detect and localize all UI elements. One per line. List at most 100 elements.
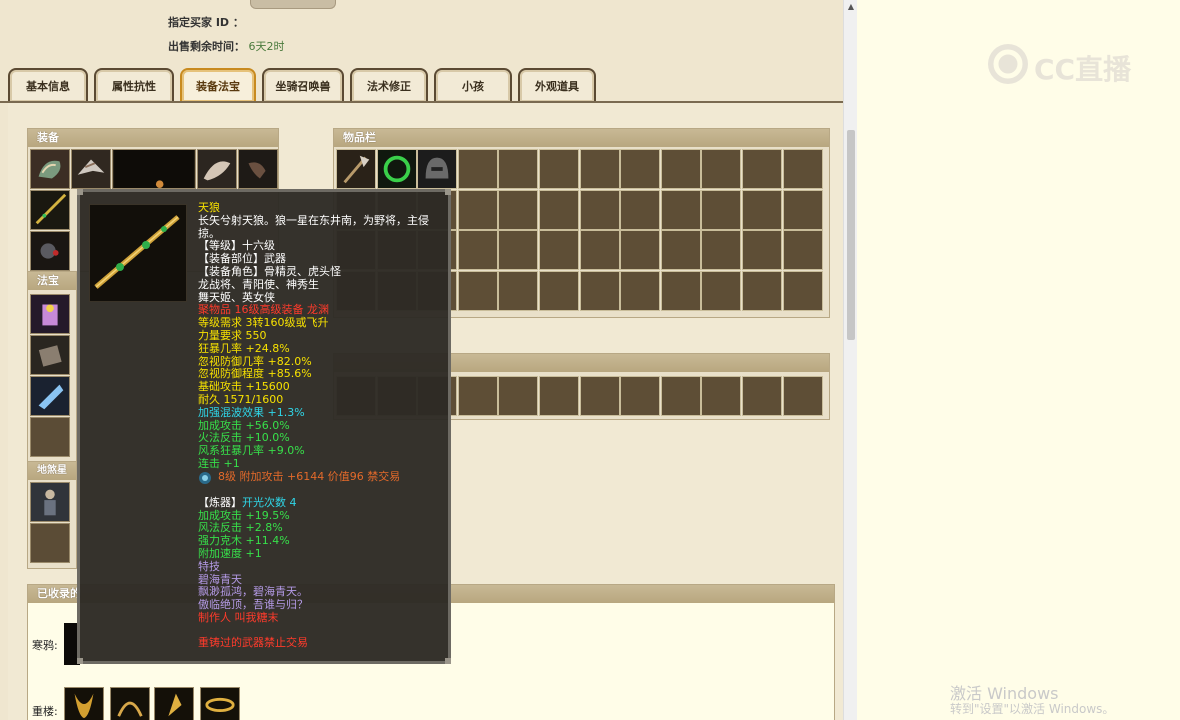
inventory-cell[interactable] — [539, 376, 579, 416]
tab-attributes[interactable]: 属性抗性 — [94, 68, 174, 102]
inventory-cell[interactable] — [539, 230, 579, 271]
item-stat: 连击 +1 — [198, 456, 240, 470]
inventory-cell[interactable] — [701, 149, 742, 189]
dishaxing-slot-1[interactable] — [30, 482, 70, 522]
inventory-cell[interactable] — [701, 376, 742, 416]
maker-line: 制作人 叫我糖末 — [198, 610, 279, 624]
equip-slot-shoes[interactable] — [238, 149, 278, 189]
vertical-scrollbar[interactable]: ▲ — [843, 0, 858, 720]
golden-spear-icon — [90, 205, 186, 301]
inventory-cell[interactable] — [498, 270, 539, 311]
collection-slot-4[interactable] — [154, 687, 194, 720]
inventory-cell[interactable] — [620, 230, 661, 271]
inventory-cell[interactable] — [498, 230, 539, 271]
time-left-value: 6天2时 — [248, 40, 285, 53]
green-ring-icon — [377, 150, 416, 188]
inventory-cell[interactable] — [742, 189, 782, 230]
item-tooltip: 天狼 长矢兮射天狼。狼一星在东井南，为野将，主侵 掠。 【等级】十六级 【装备部… — [77, 189, 451, 664]
equip-slot-belt[interactable] — [197, 149, 237, 189]
fabao-slot-2[interactable] — [30, 335, 70, 375]
tooltip-corner — [77, 189, 83, 195]
collection-slot-2[interactable] — [64, 687, 104, 720]
inventory-cell[interactable] — [376, 149, 417, 189]
cc-brand-text: CC直播 — [1034, 53, 1132, 86]
inventory-cell[interactable] — [782, 230, 823, 271]
tab-appearance[interactable]: 外观道具 — [518, 68, 596, 102]
inventory-cell[interactable] — [742, 149, 782, 189]
collection-row-label-1: 寒鸦: — [32, 639, 58, 652]
cc-live-watermark: CC直播 — [986, 40, 1146, 88]
tab-mounts-pets[interactable]: 坐骑召唤兽 — [262, 68, 344, 102]
buyer-id-label: 指定买家 ID ： — [168, 16, 244, 29]
tooltip-corner — [77, 658, 83, 664]
tab-spell-correction[interactable]: 法术修正 — [350, 68, 428, 102]
inventory-cell[interactable] — [498, 149, 539, 189]
inventory-cell[interactable] — [457, 376, 498, 416]
fabao-panel: 法宝 — [27, 271, 77, 463]
equip-slot-weapon[interactable] — [30, 190, 70, 230]
inventory-cell[interactable] — [457, 189, 498, 230]
inventory-cell[interactable] — [660, 189, 701, 230]
tab-equipment[interactable]: 装备法宝 — [180, 68, 256, 102]
tooltip-corner — [445, 658, 451, 664]
inventory-cell[interactable] — [539, 270, 579, 311]
dishaxing-slot-2[interactable] — [30, 523, 70, 563]
inventory-cell[interactable] — [457, 149, 498, 189]
collection-slot-3[interactable] — [110, 687, 150, 720]
inventory-cell[interactable] — [579, 270, 620, 311]
inventory-cell[interactable] — [336, 149, 376, 189]
window-drag-handle[interactable] — [250, 0, 336, 9]
iron-helmet-icon — [418, 150, 457, 188]
collection-slot-5[interactable] — [200, 687, 240, 720]
inventory-cell[interactable] — [620, 270, 661, 311]
inventory-cell[interactable] — [660, 230, 701, 271]
inventory-cell[interactable] — [660, 270, 701, 311]
fabao-panel-title: 法宝 — [28, 272, 76, 290]
inventory-cell[interactable] — [457, 270, 498, 311]
equip-panel-title: 装备 — [28, 129, 278, 147]
inventory-cell[interactable] — [782, 270, 823, 311]
tab-basic-info[interactable]: 基本信息 — [8, 68, 88, 102]
equip-slot-armor[interactable] — [112, 149, 196, 189]
inventory-cell[interactable] — [539, 149, 579, 189]
inventory-cell[interactable] — [701, 230, 742, 271]
inventory-cell[interactable] — [579, 376, 620, 416]
inventory-cell[interactable] — [498, 376, 539, 416]
inventory-cell[interactable] — [660, 376, 701, 416]
inventory-cell[interactable] — [701, 189, 742, 230]
item-name: 天狼 — [198, 201, 220, 214]
scroll-thumb[interactable] — [847, 130, 855, 340]
fabao-crystal-icon — [31, 377, 69, 415]
inventory-cell[interactable] — [620, 189, 661, 230]
inventory-cell[interactable] — [457, 230, 498, 271]
fabao-slot-4[interactable] — [30, 417, 70, 457]
inventory-cell[interactable] — [742, 230, 782, 271]
inventory-cell[interactable] — [782, 376, 823, 416]
golden-wing-icon — [111, 688, 149, 720]
inventory-cell[interactable] — [579, 149, 620, 189]
inventory-cell[interactable] — [417, 149, 458, 189]
equip-slot-helmet[interactable] — [30, 149, 70, 189]
inventory-cell[interactable] — [742, 270, 782, 311]
inventory-cell[interactable] — [620, 376, 661, 416]
inventory-cell[interactable] — [579, 230, 620, 271]
trade-window: 指定买家 ID ： 出售剩余时间： 6天2时 基本信息 属性抗性 装备法宝 坐骑… — [0, 0, 843, 720]
equip-slot-necklace[interactable] — [71, 149, 111, 189]
inventory-cell[interactable] — [498, 189, 539, 230]
fabao-slot-3[interactable] — [30, 376, 70, 416]
inventory-cell[interactable] — [539, 189, 579, 230]
scroll-up-arrow-icon[interactable]: ▲ — [844, 0, 858, 14]
inventory-cell[interactable] — [660, 149, 701, 189]
inventory-cell[interactable] — [782, 189, 823, 230]
fabao-slot-1[interactable] — [30, 294, 70, 334]
inventory-cell[interactable] — [701, 270, 742, 311]
inventory-cell[interactable] — [782, 149, 823, 189]
helmet-icon — [31, 150, 69, 188]
inventory-cell[interactable] — [620, 149, 661, 189]
buyer-id-row: 指定买家 ID ： — [168, 14, 244, 30]
inventory-cell[interactable] — [742, 376, 782, 416]
equip-slot-orb[interactable] — [30, 231, 70, 271]
time-left-label: 出售剩余时间： — [168, 40, 245, 53]
tab-child[interactable]: 小孩 — [434, 68, 512, 102]
inventory-cell[interactable] — [579, 189, 620, 230]
